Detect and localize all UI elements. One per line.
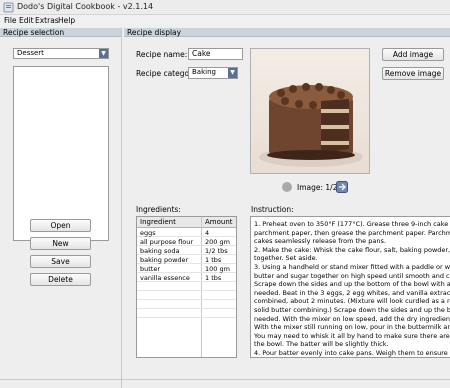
table-row[interactable]: eggs 4 [137, 229, 236, 237]
menu-bar: File Edit Extras Help [0, 15, 450, 27]
recipe-name-label: Recipe name: [136, 50, 188, 59]
instructions-textarea[interactable]: 1. Preheat oven to 350°F (177°C). Grease… [250, 216, 450, 358]
bottom-divider [0, 379, 450, 380]
chevron-down-icon: ▼ [228, 68, 237, 78]
category-select[interactable]: Dessert ▼ [13, 48, 109, 59]
menu-file[interactable]: File [4, 16, 17, 25]
image-counter: Image: 1/2 [297, 183, 338, 192]
ingredient-name: butter [140, 265, 161, 273]
table-row-empty[interactable] [137, 292, 236, 300]
table-row-empty[interactable] [137, 310, 236, 318]
chevron-down-icon: ▼ [99, 49, 108, 58]
ingredient-amount: 200 gm [205, 238, 230, 246]
add-image-button[interactable]: Add image [382, 48, 444, 61]
table-row[interactable]: all purpose flour 200 gm [137, 238, 236, 246]
table-row[interactable]: butter 100 gm [137, 265, 236, 273]
menu-help[interactable]: Help [58, 16, 75, 25]
ingredient-name: baking powder [140, 256, 189, 264]
next-image-icon[interactable] [336, 181, 348, 193]
menu-edit[interactable]: Edit [19, 16, 34, 25]
column-amount[interactable]: Amount [205, 218, 233, 226]
ingredient-name: all purpose flour [140, 238, 193, 246]
cake-picture [251, 49, 369, 173]
recipe-display-header: Recipe display [124, 28, 450, 37]
delete-button[interactable]: Delete [30, 273, 91, 286]
ingredient-amount: 4 [205, 229, 210, 237]
column-ingredient[interactable]: Ingredient [140, 218, 176, 226]
ingredients-label: Ingredients: [136, 205, 181, 214]
instructions-text: 1. Preheat oven to 350°F (177°C). Grease… [254, 220, 450, 357]
ingredients-table[interactable]: Ingredient Amount eggs 4 all purpose flo… [136, 216, 237, 358]
recipe-name-input[interactable]: Cake [188, 48, 243, 60]
recipe-selection-panel: Recipe selection Dessert ▼ Open New Save… [0, 28, 122, 388]
open-button[interactable]: Open [30, 219, 91, 232]
ingredient-amount: 1 tbs [205, 274, 222, 282]
title-bar: Dodo's Digital Cookbook - v2.1.14 [0, 0, 450, 15]
table-row[interactable]: vanilla essence 1 tbs [137, 274, 236, 282]
window-title: Dodo's Digital Cookbook - v2.1.14 [17, 2, 154, 11]
table-row[interactable]: baking soda 1/2 tbs [137, 247, 236, 255]
table-row[interactable]: baking powder 1 tbs [137, 256, 236, 264]
table-row-empty[interactable] [137, 283, 236, 291]
instruction-label: Instruction: [251, 205, 294, 214]
ingredient-amount: 1 tbs [205, 256, 222, 264]
new-button[interactable]: New [30, 237, 91, 250]
save-button[interactable]: Save [30, 255, 91, 268]
remove-image-button[interactable]: Remove image [382, 67, 444, 80]
recipe-image [250, 48, 370, 174]
ingredient-name: vanilla essence [140, 274, 190, 282]
ingredient-amount: 100 gm [205, 265, 230, 273]
ingredients-table-header: Ingredient Amount [137, 217, 236, 228]
book-icon [3, 2, 14, 13]
recipe-list[interactable] [13, 66, 109, 241]
menu-extras[interactable]: Extras [35, 16, 59, 25]
recipe-category-value: Baking [192, 68, 216, 76]
previous-image-icon[interactable] [282, 182, 292, 192]
ingredient-amount: 1/2 tbs [205, 247, 228, 255]
ingredient-name: baking soda [140, 247, 180, 255]
category-select-value: Dessert [17, 49, 44, 57]
table-row-empty[interactable] [137, 301, 236, 309]
recipe-selection-header: Recipe selection [0, 28, 121, 37]
recipe-category-select[interactable]: Baking ▼ [188, 67, 238, 79]
ingredient-name: eggs [140, 229, 156, 237]
